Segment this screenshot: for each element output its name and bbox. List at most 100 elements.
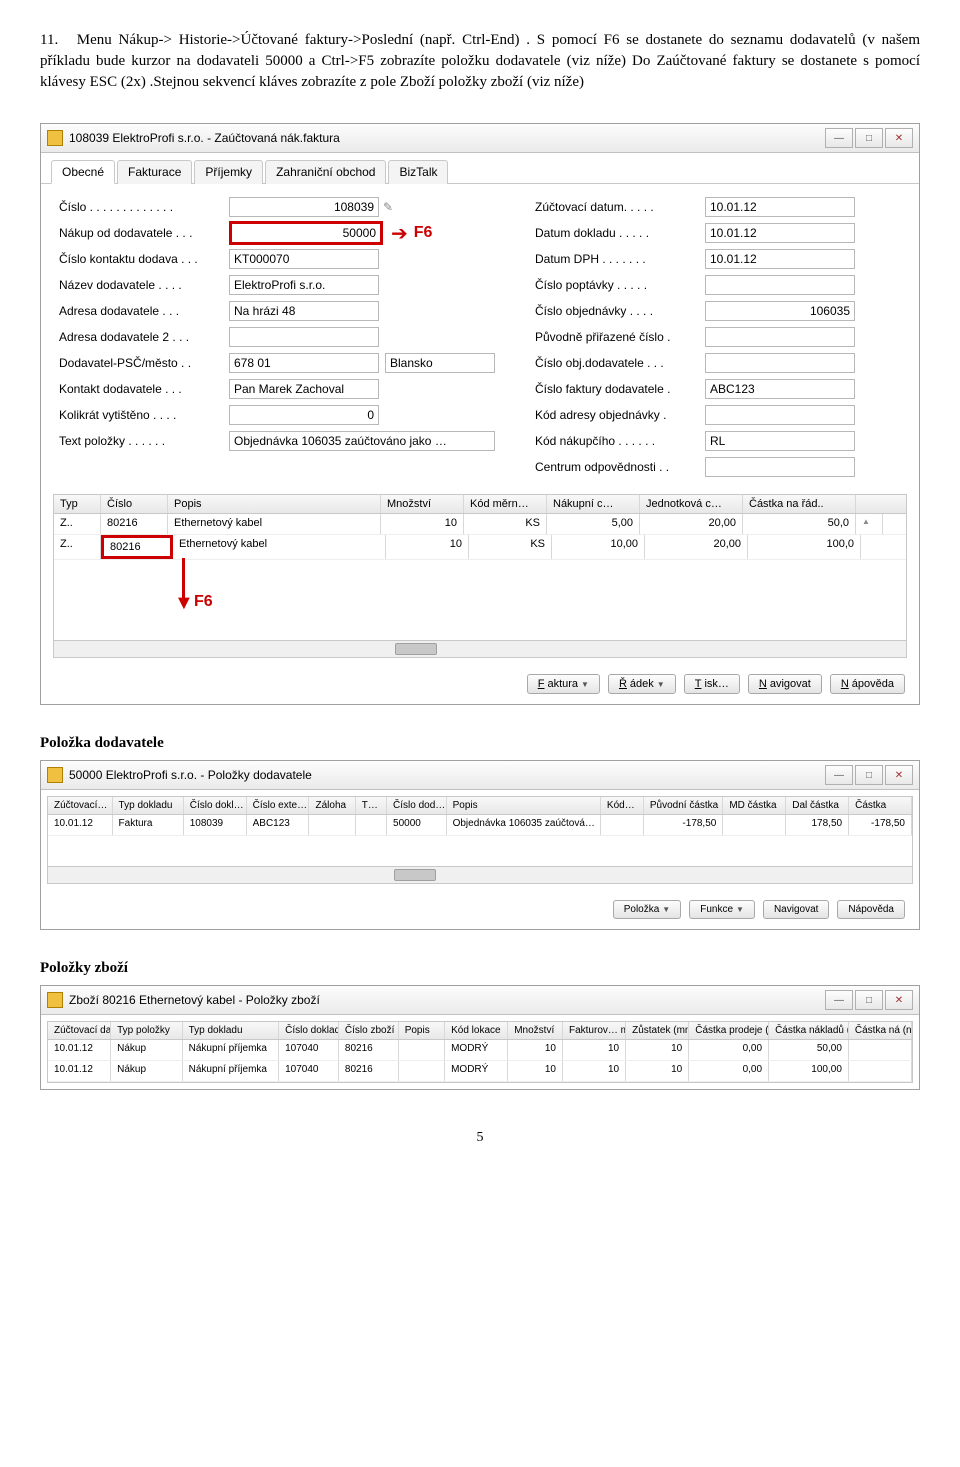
button-navigovat[interactable]: Navigovat: [763, 900, 829, 919]
field-value[interactable]: [705, 353, 855, 373]
field-value-extra[interactable]: Blansko: [385, 353, 495, 373]
page-number: 5: [40, 1130, 920, 1146]
horizontal-scrollbar[interactable]: [48, 866, 912, 883]
column-header[interactable]: Původní částka: [644, 797, 724, 814]
field-value[interactable]: [705, 457, 855, 477]
tab-obecné[interactable]: Obecné: [51, 160, 115, 184]
column-header[interactable]: Částka ná (neinv.): [849, 1022, 912, 1039]
field-label: Číslo . . . . . . . . . . . . .: [59, 200, 229, 214]
close-button[interactable]: ✕: [885, 128, 913, 148]
table-cell: [723, 815, 786, 835]
field-value[interactable]: ABC123: [705, 379, 855, 399]
field-value[interactable]: 10.01.12: [705, 249, 855, 269]
column-header[interactable]: Typ položky: [111, 1022, 182, 1039]
button-položka[interactable]: Položka ▼: [613, 900, 682, 919]
field-value[interactable]: 10.01.12: [705, 223, 855, 243]
tab-fakturace[interactable]: Fakturace: [117, 160, 192, 184]
column-header[interactable]: T…: [356, 797, 387, 814]
column-header[interactable]: Zúčtovací…: [48, 797, 113, 814]
column-header[interactable]: Množství: [508, 1022, 563, 1039]
edit-icon[interactable]: ✎: [383, 200, 393, 214]
field-value[interactable]: 50000: [229, 221, 383, 245]
column-header[interactable]: Částka na řád..: [743, 495, 856, 513]
column-header[interactable]: Kód…: [601, 797, 644, 814]
table-cell: [399, 1061, 445, 1081]
table-row[interactable]: 10.01.12NákupNákupní příjemka10704080216…: [48, 1061, 912, 1082]
button-funkce[interactable]: Funkce ▼: [689, 900, 755, 919]
field-value[interactable]: ElektroProfi s.r.o.: [229, 275, 379, 295]
column-header[interactable]: Částka nákladů (skutečná): [769, 1022, 849, 1039]
minimize-button[interactable]: —: [825, 990, 853, 1010]
field-label: Dodavatel-PSČ/město . .: [59, 356, 229, 370]
field-value[interactable]: [705, 275, 855, 295]
titlebar: Zboží 80216 Ethernetový kabel - Položky …: [41, 986, 919, 1015]
column-header[interactable]: Záloha: [309, 797, 355, 814]
column-header[interactable]: Číslo dod…: [387, 797, 447, 814]
maximize-button[interactable]: □: [855, 765, 883, 785]
close-button[interactable]: ✕: [885, 765, 913, 785]
tab-příjemky[interactable]: Příjemky: [194, 160, 263, 184]
column-header[interactable]: MD částka: [723, 797, 786, 814]
button-tisk[interactable]: Tisk…: [684, 674, 740, 694]
table-row[interactable]: 10.01.12Faktura108039ABC12350000Objednáv…: [48, 815, 912, 836]
column-header[interactable]: Zůstatek (množství): [626, 1022, 689, 1039]
column-header[interactable]: Typ dokladu: [183, 1022, 280, 1039]
table-row[interactable]: Z..80216Ethernetový kabel10KS5,0020,0050…: [54, 514, 906, 535]
minimize-button[interactable]: —: [825, 128, 853, 148]
column-header[interactable]: Typ: [54, 495, 101, 513]
field-value[interactable]: 108039: [229, 197, 379, 217]
column-header[interactable]: Popis: [447, 797, 601, 814]
maximize-button[interactable]: □: [855, 990, 883, 1010]
column-header[interactable]: Popis: [399, 1022, 445, 1039]
column-header[interactable]: Číslo dokladu: [279, 1022, 339, 1039]
column-header[interactable]: Zúčtovací datum: [48, 1022, 111, 1039]
column-header[interactable]: Částka prodeje (skutečná): [689, 1022, 769, 1039]
field-value[interactable]: Na hrázi 48: [229, 301, 379, 321]
button-nápověda[interactable]: Nápověda: [830, 674, 905, 694]
column-header[interactable]: Číslo dokl…: [184, 797, 247, 814]
tab-biztalk[interactable]: BizTalk: [388, 160, 448, 184]
table-cell: 10: [563, 1061, 626, 1081]
maximize-button[interactable]: □: [855, 128, 883, 148]
table-row[interactable]: 10.01.12NákupNákupní příjemka10704080216…: [48, 1040, 912, 1061]
field-value[interactable]: Objednávka 106035 zaúčtováno jako …: [229, 431, 495, 451]
column-header[interactable]: Popis: [168, 495, 381, 513]
column-header[interactable]: Číslo zboží: [339, 1022, 399, 1039]
table-cell: MODRÝ: [445, 1040, 508, 1060]
field-value[interactable]: Pan Marek Zachoval: [229, 379, 379, 399]
column-header[interactable]: Nákupní c…: [547, 495, 640, 513]
field-value[interactable]: 678 01: [229, 353, 379, 373]
button-řádek[interactable]: Řádek ▼: [608, 674, 676, 694]
column-header[interactable]: Číslo exte…: [247, 797, 310, 814]
button-faktura[interactable]: Faktura ▼: [527, 674, 600, 694]
field-value[interactable]: 10.01.12: [705, 197, 855, 217]
window-button-row: Faktura ▼ Řádek ▼ Tisk… Navigovat Nápověda: [41, 664, 919, 704]
table-cell: Nákup: [111, 1040, 182, 1060]
column-header[interactable]: Fakturov… množství: [563, 1022, 626, 1039]
field-value[interactable]: KT000070: [229, 249, 379, 269]
field-value[interactable]: [705, 327, 855, 347]
column-header[interactable]: Typ dokladu: [113, 797, 184, 814]
field-value[interactable]: RL: [705, 431, 855, 451]
table-cell: 10.01.12: [48, 1040, 111, 1060]
field-value[interactable]: 106035: [705, 301, 855, 321]
button-nápověda[interactable]: Nápověda: [837, 900, 905, 919]
field-value[interactable]: [705, 405, 855, 425]
field-value[interactable]: [229, 327, 379, 347]
tab-zahraniční obchod[interactable]: Zahraniční obchod: [265, 160, 386, 184]
close-button[interactable]: ✕: [885, 990, 913, 1010]
horizontal-scrollbar[interactable]: [54, 640, 906, 657]
button-navigovat[interactable]: Navigovat: [748, 674, 822, 694]
column-header[interactable]: Kód měrn…: [464, 495, 547, 513]
field-value[interactable]: 0: [229, 405, 379, 425]
minimize-button[interactable]: —: [825, 765, 853, 785]
grid-header: Zúčtovací datumTyp položkyTyp dokladuČís…: [48, 1022, 912, 1040]
column-header[interactable]: Dal částka: [786, 797, 849, 814]
column-header[interactable]: Množství: [381, 495, 464, 513]
column-header[interactable]: Částka: [849, 797, 912, 814]
column-header[interactable]: Jednotková c…: [640, 495, 743, 513]
table-row[interactable]: Z..80216Ethernetový kabel10KS10,0020,001…: [54, 535, 906, 560]
column-header[interactable]: Číslo: [101, 495, 168, 513]
scroll-up-icon[interactable]: ▲: [856, 514, 883, 534]
column-header[interactable]: Kód lokace: [445, 1022, 508, 1039]
